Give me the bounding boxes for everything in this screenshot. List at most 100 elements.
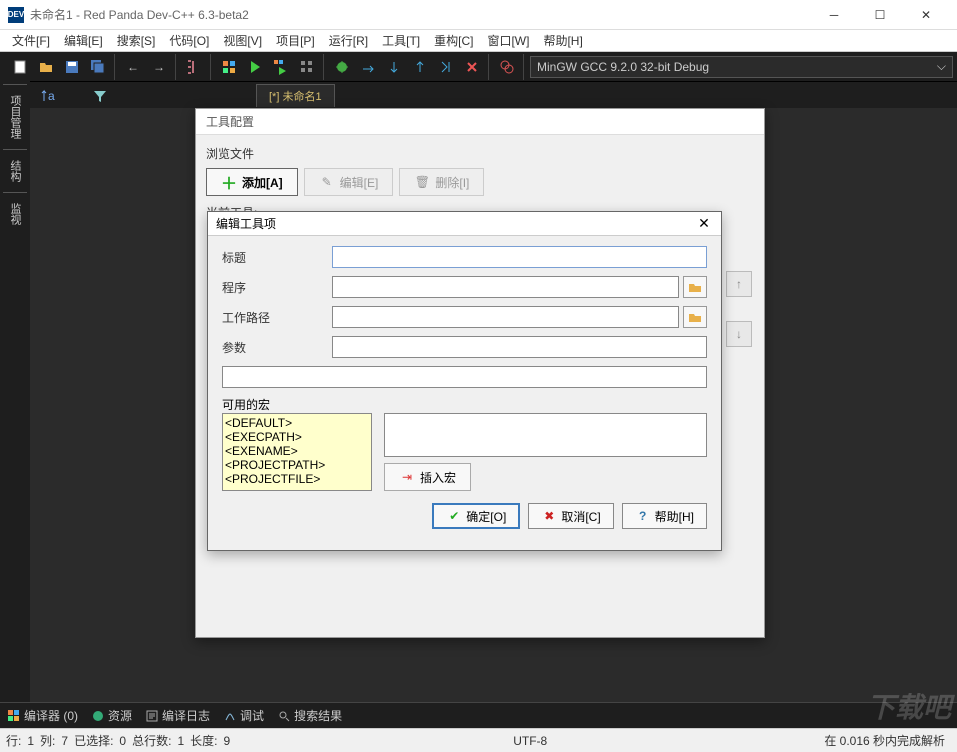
status-total-value: 1 — [177, 734, 184, 748]
macro-item[interactable]: <EXENAME> — [225, 444, 369, 458]
sidetab-structure[interactable]: 结构 — [3, 149, 27, 192]
status-col-value: 7 — [61, 734, 68, 748]
macro-item[interactable]: <DEFAULT> — [225, 416, 369, 430]
forward-icon[interactable]: → — [147, 55, 171, 79]
chevron-down-icon: ⌵ — [937, 59, 946, 74]
x-icon: ✖ — [541, 508, 557, 524]
new-file-icon[interactable] — [8, 55, 32, 79]
compiler-select-text: MinGW GCC 9.2.0 32-bit Debug — [537, 60, 709, 74]
edit-tool-button[interactable]: ✎ 编辑[E] — [304, 168, 394, 196]
menu-run[interactable]: 运行[R] — [323, 30, 374, 51]
btab-debug[interactable]: 调试 — [224, 707, 264, 724]
menu-refactor[interactable]: 重构[C] — [428, 30, 479, 51]
cancel-button[interactable]: ✖ 取消[C] — [528, 503, 613, 529]
plus-icon: ＋ — [221, 174, 237, 190]
check-icon: ✔ — [446, 508, 462, 524]
delete-tool-button[interactable]: 🗑 删除[I] — [399, 168, 484, 196]
help-icon: ? — [635, 508, 651, 524]
edit-button-label: 编辑[E] — [340, 174, 379, 191]
maximize-button[interactable]: ☐ — [857, 0, 903, 30]
cancel-label: 取消[C] — [561, 508, 600, 525]
app-icon: DEV — [8, 7, 24, 23]
save-all-icon[interactable] — [86, 55, 110, 79]
browse-files-label: 浏览文件 — [206, 145, 754, 162]
secondary-toolbar: z a [*] 未命名1 — [0, 82, 957, 110]
compiler-select[interactable]: MinGW GCC 9.2.0 32-bit Debug ⌵ — [530, 56, 953, 78]
move-down-button[interactable]: ↓ — [726, 321, 752, 347]
program-browse-button[interactable] — [683, 276, 707, 298]
edit-dialog-title: 编辑工具项 — [216, 215, 276, 232]
btab-search-results[interactable]: 搜索结果 — [278, 707, 342, 724]
btab-compiler[interactable]: 编译器 (0) — [8, 707, 78, 724]
macro-item[interactable]: <PROJECTPATH> — [225, 458, 369, 472]
ok-label: 确定[O] — [466, 508, 506, 525]
open-file-icon[interactable] — [34, 55, 58, 79]
menu-edit[interactable]: 编辑[E] — [58, 30, 109, 51]
insert-macro-label: 插入宏 — [420, 469, 456, 486]
indent-guide-icon[interactable] — [182, 55, 206, 79]
status-sel-value: 0 — [119, 734, 126, 748]
preview-input[interactable] — [222, 366, 707, 388]
params-label: 参数 — [222, 339, 332, 356]
compile-run-icon[interactable] — [269, 55, 293, 79]
back-icon[interactable]: ← — [121, 55, 145, 79]
continue-icon[interactable] — [434, 55, 458, 79]
help-label: 帮助[H] — [655, 508, 694, 525]
sort-asc-icon[interactable]: a — [36, 84, 60, 108]
filter-icon[interactable] — [88, 84, 112, 108]
btab-debug-label: 调试 — [240, 707, 264, 724]
menubar: 文件[F] 编辑[E] 搜索[S] 代码[O] 视图[V] 项目[P] 运行[R… — [0, 30, 957, 52]
editor-tab[interactable]: [*] 未命名1 — [256, 84, 335, 107]
edit-tool-dialog: 编辑工具项 ✕ 标题 程序 工作路径 参数 可用的宏 <DEFAULT> <EX… — [207, 211, 722, 551]
ok-button[interactable]: ✔ 确定[O] — [432, 503, 520, 529]
macro-item[interactable]: <EXECPATH> — [225, 430, 369, 444]
menu-view[interactable]: 视图[V] — [217, 30, 268, 51]
profile-icon[interactable] — [495, 55, 519, 79]
rebuild-icon[interactable] — [295, 55, 319, 79]
step-into-icon[interactable] — [382, 55, 406, 79]
btab-resource[interactable]: 资源 — [92, 707, 132, 724]
left-sidebar: 项目管理 结构 监视 — [0, 80, 30, 702]
menu-project[interactable]: 项目[P] — [270, 30, 321, 51]
step-over-icon[interactable] — [356, 55, 380, 79]
window-title: 未命名1 - Red Panda Dev-C++ 6.3-beta2 — [30, 6, 811, 23]
step-out-icon[interactable] — [408, 55, 432, 79]
menu-code[interactable]: 代码[O] — [163, 30, 215, 51]
trash-icon: 🗑 — [414, 174, 430, 190]
macro-preview — [384, 413, 707, 457]
run-icon[interactable] — [243, 55, 267, 79]
save-icon[interactable] — [60, 55, 84, 79]
btab-compile-log[interactable]: 编译日志 — [146, 707, 210, 724]
add-tool-button[interactable]: ＋ 添加[A] — [206, 168, 298, 196]
program-label: 程序 — [222, 279, 332, 296]
program-input[interactable] — [332, 276, 679, 298]
delete-button-label: 删除[I] — [435, 174, 469, 191]
menu-tools[interactable]: 工具[T] — [376, 30, 426, 51]
pencil-icon: ✎ — [319, 174, 335, 190]
menu-file[interactable]: 文件[F] — [6, 30, 56, 51]
sidetab-project[interactable]: 项目管理 — [3, 84, 27, 149]
menu-search[interactable]: 搜索[S] — [111, 30, 162, 51]
edit-dialog-close-button[interactable]: ✕ — [695, 215, 713, 233]
workdir-input[interactable] — [332, 306, 679, 328]
workdir-browse-button[interactable] — [683, 306, 707, 328]
insert-macro-button[interactable]: ⇥ 插入宏 — [384, 463, 471, 491]
menu-window[interactable]: 窗口[W] — [481, 30, 535, 51]
help-button[interactable]: ? 帮助[H] — [622, 503, 707, 529]
macro-item[interactable]: <PROJECTFILE> — [225, 472, 369, 486]
compile-icon[interactable] — [217, 55, 241, 79]
stop-debug-icon[interactable] — [460, 55, 484, 79]
close-button[interactable]: ✕ — [903, 0, 949, 30]
move-up-button[interactable]: ↑ — [726, 271, 752, 297]
sidetab-watch[interactable]: 监视 — [3, 192, 27, 235]
menu-help[interactable]: 帮助[H] — [537, 30, 588, 51]
btab-log-label: 编译日志 — [162, 707, 210, 724]
title-label: 标题 — [222, 249, 332, 266]
title-input[interactable] — [332, 246, 707, 268]
workdir-label: 工作路径 — [222, 309, 332, 326]
debug-icon[interactable] — [330, 55, 354, 79]
macro-list[interactable]: <DEFAULT> <EXECPATH> <EXENAME> <PROJECTP… — [222, 413, 372, 491]
params-input[interactable] — [332, 336, 707, 358]
minimize-button[interactable]: ─ — [811, 0, 857, 30]
status-len-value: 9 — [223, 734, 230, 748]
